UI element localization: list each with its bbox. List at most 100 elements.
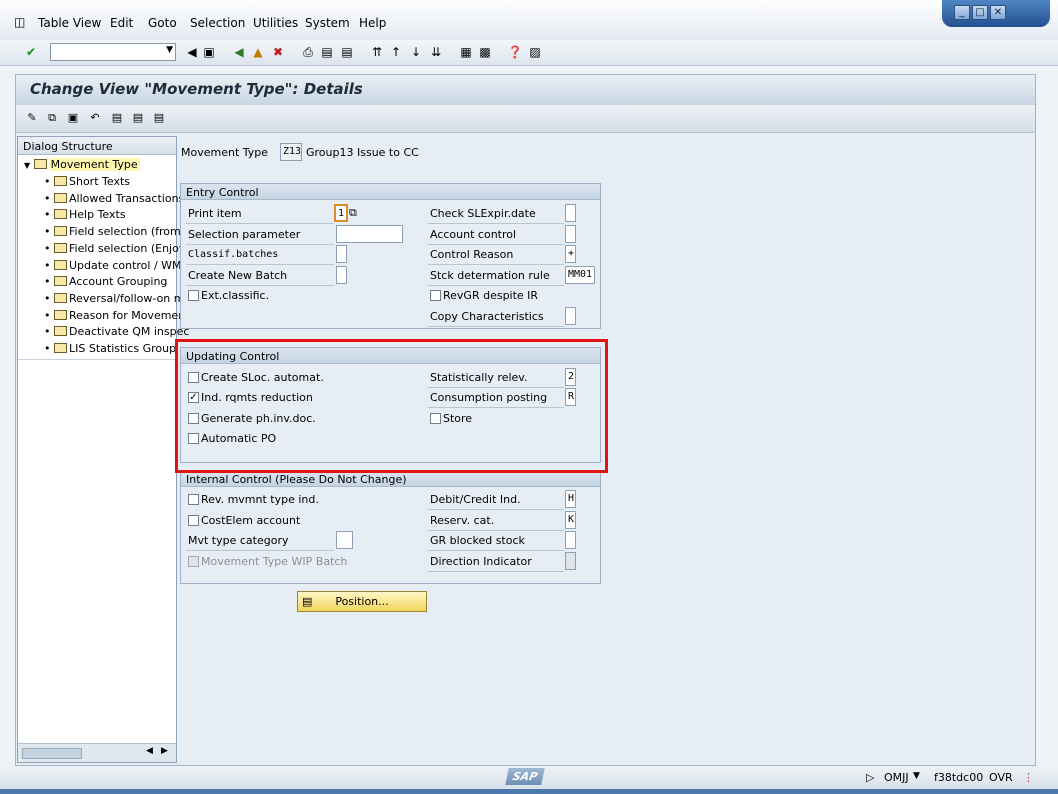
tree-item[interactable]: • Reversal/follow-on m xyxy=(44,291,184,307)
tree-item[interactable]: • Short Texts xyxy=(44,174,130,190)
insert-mode: OVR xyxy=(989,771,1013,784)
first-page-icon[interactable]: ⇈ xyxy=(369,44,385,60)
previous-page-icon[interactable]: ↑ xyxy=(388,44,404,60)
previous-entry-icon[interactable]: ▤ xyxy=(110,111,124,125)
group-header: Internal Control (Please Do Not Change) xyxy=(181,471,600,487)
account-control-label: Account control xyxy=(428,226,564,245)
folder-icon xyxy=(54,243,67,253)
tree-horizontal-scrollbar[interactable]: ◀ ▶ xyxy=(18,743,176,762)
tree-item[interactable]: • LIS Statistics Group xyxy=(44,341,176,357)
direction-indicator-label: Direction Indicator xyxy=(428,553,564,572)
folder-icon xyxy=(54,260,67,270)
create-new-batch-field[interactable] xyxy=(336,266,347,284)
chevron-down-icon[interactable]: ▼ xyxy=(166,45,173,55)
gr-blocked-stock-label: GR blocked stock xyxy=(428,532,564,551)
scroll-left-icon[interactable]: ◀ xyxy=(146,746,153,756)
selection-parameter-field[interactable] xyxy=(336,225,403,243)
menu-utilities[interactable]: Utilities xyxy=(253,16,298,30)
classif-batches-label: Classif.batches xyxy=(186,246,334,265)
restore-button[interactable]: □ xyxy=(972,5,988,20)
resize-grip-icon: ⋮ xyxy=(1023,771,1034,784)
account-control-field[interactable] xyxy=(565,225,576,243)
menu-icon[interactable]: ◫ xyxy=(14,15,25,29)
revgr-label: RevGR despite IR xyxy=(443,289,539,302)
print-icon[interactable]: ⎙ xyxy=(300,44,316,60)
find-icon[interactable]: ▤ xyxy=(319,44,335,60)
copy-icon[interactable]: ⧉ xyxy=(45,111,59,125)
menu-selection[interactable]: Selection xyxy=(190,16,245,30)
find-next-icon[interactable]: ▤ xyxy=(339,44,355,60)
tree-item[interactable]: • Help Texts xyxy=(44,207,126,223)
menu-system[interactable]: System xyxy=(305,16,350,30)
search-help-icon[interactable]: ⧉ xyxy=(349,206,357,220)
display-change-icon[interactable]: ✎ xyxy=(25,111,39,125)
rev-mvmnt-checkbox[interactable] xyxy=(188,494,199,505)
reserv-cat-field[interactable]: K xyxy=(565,511,576,529)
costelem-checkbox[interactable] xyxy=(188,515,199,526)
next-entry-icon[interactable]: ▤ xyxy=(131,111,145,125)
ext-classific-label: Ext.classific. xyxy=(201,289,270,302)
exit-icon[interactable]: ▲ xyxy=(250,44,266,60)
mvt-type-category-field[interactable] xyxy=(336,531,353,549)
tree-header: Dialog Structure xyxy=(18,137,176,155)
minimize-button[interactable]: _ xyxy=(954,5,970,20)
ext-classific-checkbox[interactable] xyxy=(188,290,199,301)
scroll-thumb[interactable] xyxy=(22,748,82,759)
tree-item[interactable]: • Field selection (Enjoy xyxy=(44,241,185,257)
movement-type-description: Group13 Issue to CC xyxy=(306,146,419,159)
menu-edit[interactable]: Edit xyxy=(110,16,133,30)
delete-icon[interactable]: ▣ xyxy=(66,111,80,125)
close-button[interactable]: ✕ xyxy=(990,5,1006,20)
cancel-icon[interactable]: ✖ xyxy=(270,44,286,60)
copy-characteristics-field[interactable] xyxy=(565,307,576,325)
sap-logo: SAP xyxy=(505,768,545,785)
position-button[interactable]: ▤ Position... xyxy=(297,591,427,612)
shortcut-icon[interactable]: ▩ xyxy=(477,44,493,60)
tree-item[interactable]: • Deactivate QM inspec xyxy=(44,324,189,340)
mvt-type-category-label: Mvt type category xyxy=(186,532,334,551)
print-item-field[interactable]: 1 xyxy=(334,204,348,222)
gr-blocked-stock-field[interactable] xyxy=(565,531,576,549)
layout-icon[interactable]: ▨ xyxy=(527,44,543,60)
tree-item[interactable]: • Allowed Transactions xyxy=(44,191,184,207)
debit-credit-field[interactable]: H xyxy=(565,490,576,508)
chevron-down-icon[interactable]: ▼ xyxy=(913,771,920,781)
revgr-checkbox[interactable] xyxy=(430,290,441,301)
enter-icon[interactable]: ✔ xyxy=(23,44,39,60)
tree-item[interactable]: • Update control / WM xyxy=(44,258,182,274)
transaction-code: OMJJ xyxy=(884,771,909,784)
tree-item[interactable]: • Account Grouping xyxy=(44,274,167,290)
costelem-label: CostElem account xyxy=(201,514,301,527)
classif-batches-field[interactable] xyxy=(336,245,347,263)
other-entry-icon[interactable]: ▤ xyxy=(152,111,166,125)
save-icon[interactable]: ▣ xyxy=(201,44,217,60)
selection-parameter-label: Selection parameter xyxy=(186,226,334,245)
wip-batch-checkbox xyxy=(188,556,199,567)
next-page-icon[interactable]: ↓ xyxy=(408,44,424,60)
create-session-icon[interactable]: ▦ xyxy=(458,44,474,60)
last-page-icon[interactable]: ⇊ xyxy=(428,44,444,60)
application-toolbar: ✎ ⧉ ▣ ↶ ▤ ▤ ▤ xyxy=(16,105,1035,133)
folder-icon xyxy=(54,209,67,219)
server-name: f38tdc00 xyxy=(934,771,984,784)
tree-item[interactable]: • Field selection (from 2 xyxy=(44,224,191,240)
status-play-icon[interactable]: ▷ xyxy=(866,771,874,784)
control-reason-field[interactable]: + xyxy=(565,245,576,263)
undo-icon[interactable]: ↶ xyxy=(88,111,102,125)
check-slexpir-field[interactable] xyxy=(565,204,576,222)
back-icon[interactable]: ◀ xyxy=(231,44,247,60)
command-field[interactable]: ▼ xyxy=(50,43,176,61)
folder-icon xyxy=(54,176,67,186)
expand-triangle-icon[interactable]: ▼ xyxy=(24,161,30,170)
direction-indicator-field xyxy=(565,552,576,570)
menu-help[interactable]: Help xyxy=(359,16,386,30)
folder-icon xyxy=(54,293,67,303)
menu-goto[interactable]: Goto xyxy=(148,16,177,30)
menu-table-view[interactable]: Table View xyxy=(38,16,101,30)
scroll-right-icon[interactable]: ▶ xyxy=(161,746,168,756)
tree-item[interactable]: • Reason for Movemen xyxy=(44,308,185,324)
back-arrow-icon[interactable]: ◀ xyxy=(184,44,200,60)
tree-root-item[interactable]: ▼ Movement Type xyxy=(24,157,140,173)
stck-determination-rule-field[interactable]: MM01 xyxy=(565,266,595,284)
help-icon[interactable]: ❓ xyxy=(507,44,523,60)
